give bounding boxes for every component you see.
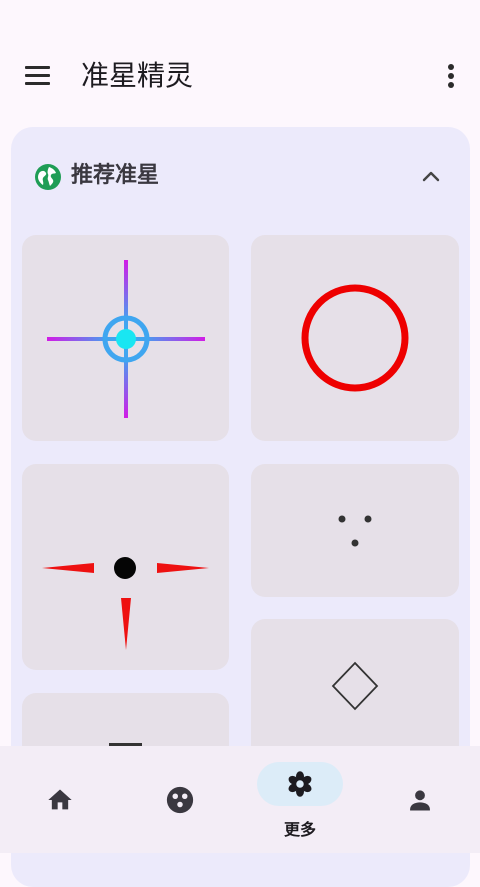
flower-icon bbox=[288, 771, 312, 797]
crosshair-cross-preview bbox=[47, 260, 205, 418]
page-title: 准星精灵 bbox=[81, 59, 194, 92]
crosshair-dots-preview bbox=[338, 515, 372, 547]
crosshair-circle-preview bbox=[301, 284, 409, 392]
section-title: 推荐准星 bbox=[71, 163, 160, 188]
globe-icon bbox=[35, 164, 61, 190]
crosshair-spikes-preview bbox=[42, 557, 209, 650]
palette-icon bbox=[166, 786, 194, 814]
nav-item-more[interactable]: 更多 bbox=[240, 746, 360, 853]
nav-label-more: 更多 bbox=[283, 820, 316, 839]
crosshair-card[interactable] bbox=[251, 464, 459, 597]
nav-item-home[interactable] bbox=[0, 746, 120, 853]
person-icon bbox=[410, 790, 430, 811]
nav-item-palette[interactable] bbox=[120, 746, 240, 853]
bottom-navigation-bar: 更多 bbox=[0, 746, 480, 853]
more-vert-icon[interactable] bbox=[436, 58, 466, 94]
section-header[interactable]: 推荐准星 bbox=[11, 127, 470, 223]
crosshair-card[interactable] bbox=[22, 464, 229, 670]
crosshair-card[interactable] bbox=[22, 235, 229, 441]
nav-item-profile[interactable] bbox=[360, 746, 480, 853]
hamburger-menu-icon[interactable] bbox=[20, 58, 56, 94]
home-icon bbox=[48, 789, 72, 810]
crosshair-card[interactable] bbox=[251, 235, 459, 441]
chevron-up-icon[interactable] bbox=[419, 165, 443, 189]
